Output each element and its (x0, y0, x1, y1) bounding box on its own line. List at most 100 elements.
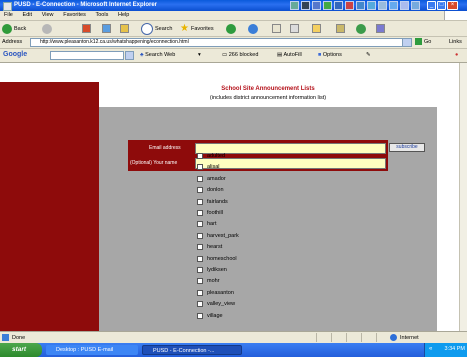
school-checkbox-lydiksen[interactable]: lydiksen (197, 265, 227, 275)
history-button[interactable] (248, 23, 260, 34)
school-checkbox-hearst[interactable]: hearst (197, 242, 222, 252)
tray-expand-icon[interactable]: « (429, 346, 432, 352)
forward-button[interactable] (42, 23, 54, 34)
app-icon[interactable] (356, 1, 365, 10)
school-checkbox-donlon[interactable]: donlon (197, 185, 224, 195)
school-label: harvest_park (207, 232, 239, 239)
checkbox[interactable] (197, 301, 203, 308)
menu-tools[interactable]: Tools (92, 11, 113, 20)
discuss-button[interactable] (336, 23, 345, 34)
checkbox[interactable] (197, 153, 203, 159)
app-icon[interactable] (290, 1, 299, 10)
edit-button[interactable] (312, 23, 321, 34)
subscribe-button[interactable]: subscribe (389, 143, 425, 152)
research-button[interactable] (376, 23, 385, 34)
search-web-button[interactable]: ♣ Search Web (140, 51, 175, 60)
school-checkbox-valley-view[interactable]: valley_view (197, 299, 235, 309)
taskbar-item-desktop[interactable]: Desktop : PUSD E-mail (46, 345, 138, 355)
media-button[interactable] (226, 23, 238, 34)
taskbar-item-ie[interactable]: PUSD - E-Connection -... (142, 345, 242, 355)
checkbox[interactable] (197, 198, 203, 205)
checkbox[interactable] (197, 221, 203, 228)
search-label: Search (155, 25, 173, 32)
app-icon[interactable] (367, 1, 376, 10)
checkbox[interactable] (197, 164, 203, 171)
menu-help[interactable]: Help (114, 11, 133, 20)
links-button[interactable]: Links (449, 38, 462, 47)
popup-blocker-button[interactable]: ▭ 266 blocked (222, 51, 258, 60)
start-label: start (12, 346, 27, 353)
school-checkbox-adulted[interactable]: adulted (197, 151, 225, 161)
address-input[interactable]: http://www.pleasanton.k12.ca.us/whatshap… (30, 38, 412, 47)
address-dropdown[interactable] (402, 38, 412, 47)
back-button[interactable]: Back (2, 23, 26, 34)
app-icon[interactable] (400, 1, 409, 10)
options-button[interactable]: ■ Options (318, 51, 342, 60)
checkbox[interactable] (197, 187, 203, 194)
refresh-button[interactable] (102, 23, 111, 34)
checkbox[interactable] (197, 312, 203, 319)
school-label: donlon (207, 187, 224, 194)
google-search-input[interactable] (50, 51, 124, 60)
print-icon (290, 24, 299, 33)
school-checkbox-harvest-park[interactable]: harvest_park (197, 231, 239, 241)
email-label: Email address (149, 145, 181, 151)
checkbox[interactable] (197, 175, 203, 182)
school-checkbox-village[interactable]: village (197, 311, 223, 321)
school-checkbox-alisal[interactable]: alisal (197, 162, 220, 172)
print-button[interactable] (290, 23, 299, 34)
discuss-icon (336, 24, 345, 33)
school-checkbox-fairlands[interactable]: fairlands (197, 197, 228, 207)
star-icon: ★ (180, 23, 189, 34)
google-settings-icon[interactable]: ● (455, 51, 458, 60)
school-checkbox-pleasanton[interactable]: pleasanton (197, 288, 234, 298)
app-icon[interactable] (345, 1, 354, 10)
stop-button[interactable] (82, 23, 91, 34)
vertical-scrollbar[interactable] (459, 63, 467, 331)
app-icon[interactable] (389, 1, 398, 10)
autofill-button[interactable]: ▤ AutoFill (277, 51, 302, 60)
app-icon[interactable] (323, 1, 332, 10)
media-icon (226, 23, 236, 34)
search-button[interactable]: Search (141, 22, 173, 35)
messenger-button[interactable] (356, 23, 368, 34)
go-button[interactable]: Go (415, 38, 439, 47)
menu-file[interactable]: File (0, 11, 17, 20)
menu-edit[interactable]: Edit (19, 11, 36, 20)
menu-view[interactable]: View (38, 11, 58, 20)
clock: 3:34 PM (444, 346, 465, 352)
options-label: Options (322, 52, 342, 58)
checkbox[interactable] (197, 278, 203, 285)
menu-favorites[interactable]: Favorites (59, 11, 90, 20)
checkbox[interactable] (197, 255, 203, 262)
app-icon[interactable] (312, 1, 321, 10)
address-bar: Address http://www.pleasanton.k12.ca.us/… (0, 37, 467, 49)
google-search-dropdown[interactable] (125, 51, 134, 60)
app-icon[interactable] (411, 1, 420, 10)
favorites-button[interactable]: ★ Favorites (180, 23, 214, 34)
app-icon[interactable] (334, 1, 343, 10)
checkbox[interactable] (197, 244, 203, 251)
checkbox[interactable] (197, 232, 203, 239)
minimize-button[interactable]: _ (427, 1, 436, 10)
mail-button[interactable] (272, 23, 281, 34)
taskbar: start Desktop : PUSD E-mail PUSD - E-Con… (0, 343, 467, 357)
school-checkbox-amador[interactable]: amador (197, 174, 226, 184)
maximize-button[interactable]: □ (437, 1, 446, 10)
start-button[interactable]: start (0, 343, 42, 357)
school-checkbox-foothill[interactable]: foothill (197, 208, 223, 218)
close-button[interactable]: × (447, 1, 458, 10)
school-checkbox-hart[interactable]: hart (197, 219, 216, 229)
app-icon[interactable] (378, 1, 387, 10)
home-button[interactable] (120, 23, 129, 34)
school-label: amador (207, 175, 226, 182)
checkbox[interactable] (197, 267, 203, 273)
school-checkbox-homeschool[interactable]: homeschool (197, 254, 237, 264)
back-arrow-icon (2, 23, 12, 34)
checkbox[interactable] (197, 289, 203, 296)
google-logo[interactable]: Google (3, 51, 27, 58)
app-icon[interactable] (301, 1, 310, 10)
school-checkbox-mohr[interactable]: mohr (197, 276, 220, 286)
checkbox[interactable] (197, 210, 203, 216)
highlight-icon[interactable]: ✎ (366, 51, 371, 60)
